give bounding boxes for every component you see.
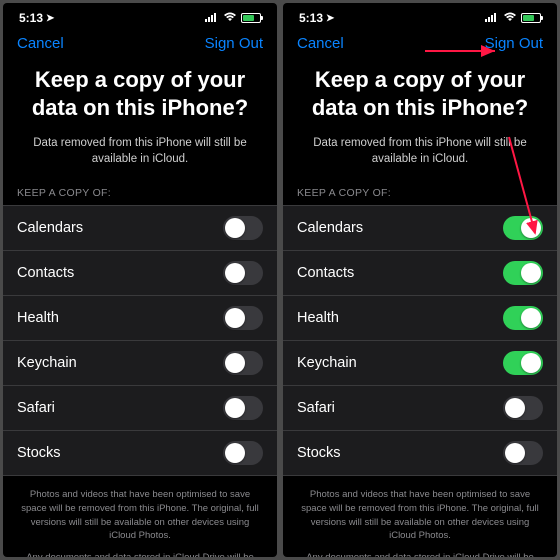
row-label: Health (297, 310, 339, 326)
row-safari: Safari (283, 386, 557, 431)
toggle-health[interactable] (503, 306, 543, 330)
toggle-contacts[interactable] (223, 261, 263, 285)
signal-icon (205, 11, 219, 25)
row-label: Keychain (17, 355, 77, 371)
toggle-health[interactable] (223, 306, 263, 330)
toggle-keychain[interactable] (503, 351, 543, 375)
phone-right: 5:13 ➤ Cancel Sign Out Keep a copy of yo… (283, 3, 557, 557)
status-time: 5:13 (19, 11, 43, 25)
footer-text: Photos and videos that have been optimis… (283, 476, 557, 557)
row-label: Keychain (297, 355, 357, 371)
row-health: Health (283, 296, 557, 341)
toggle-list: Calendars Contacts Health Keychain Safar… (3, 205, 277, 476)
row-calendars: Calendars (283, 206, 557, 251)
toggle-safari[interactable] (503, 396, 543, 420)
status-time: 5:13 (299, 11, 323, 25)
toggle-list: Calendars Contacts Health Keychain Safar… (283, 205, 557, 476)
signout-button[interactable]: Sign Out (485, 35, 543, 52)
footer-text: Photos and videos that have been optimis… (3, 476, 277, 557)
toggle-keychain[interactable] (223, 351, 263, 375)
row-label: Contacts (297, 265, 354, 281)
wifi-icon (503, 11, 517, 25)
toggle-stocks[interactable] (503, 441, 543, 465)
toggle-contacts[interactable] (503, 261, 543, 285)
location-icon: ➤ (326, 13, 334, 24)
page-title: Keep a copy of your data on this iPhone? (283, 62, 557, 135)
row-label: Safari (17, 400, 55, 416)
row-label: Safari (297, 400, 335, 416)
section-header: Keep a copy of: (3, 187, 277, 205)
row-stocks: Stocks (283, 431, 557, 476)
cancel-button[interactable]: Cancel (17, 35, 64, 52)
status-bar: 5:13 ➤ (3, 3, 277, 29)
page-subtitle: Data removed from this iPhone will still… (3, 135, 277, 187)
toggle-stocks[interactable] (223, 441, 263, 465)
signal-icon (485, 11, 499, 25)
signout-button[interactable]: Sign Out (205, 35, 263, 52)
row-label: Contacts (17, 265, 74, 281)
row-label: Health (17, 310, 59, 326)
row-label: Calendars (297, 220, 363, 236)
toggle-calendars[interactable] (503, 216, 543, 240)
phone-left: 5:13 ➤ Cancel Sign Out Keep a copy of yo… (3, 3, 277, 557)
battery-icon (521, 13, 541, 23)
row-label: Calendars (17, 220, 83, 236)
row-calendars: Calendars (3, 206, 277, 251)
nav-bar: Cancel Sign Out (3, 29, 277, 62)
status-bar: 5:13 ➤ (283, 3, 557, 29)
page-title: Keep a copy of your data on this iPhone? (3, 62, 277, 135)
cancel-button[interactable]: Cancel (297, 35, 344, 52)
toggle-calendars[interactable] (223, 216, 263, 240)
location-icon: ➤ (46, 13, 54, 24)
row-keychain: Keychain (283, 341, 557, 386)
toggle-safari[interactable] (223, 396, 263, 420)
row-contacts: Contacts (283, 251, 557, 296)
row-label: Stocks (297, 445, 341, 461)
row-safari: Safari (3, 386, 277, 431)
row-health: Health (3, 296, 277, 341)
row-contacts: Contacts (3, 251, 277, 296)
wifi-icon (223, 11, 237, 25)
page-subtitle: Data removed from this iPhone will still… (283, 135, 557, 187)
row-keychain: Keychain (3, 341, 277, 386)
section-header: Keep a copy of: (283, 187, 557, 205)
row-label: Stocks (17, 445, 61, 461)
row-stocks: Stocks (3, 431, 277, 476)
nav-bar: Cancel Sign Out (283, 29, 557, 62)
battery-icon (241, 13, 261, 23)
